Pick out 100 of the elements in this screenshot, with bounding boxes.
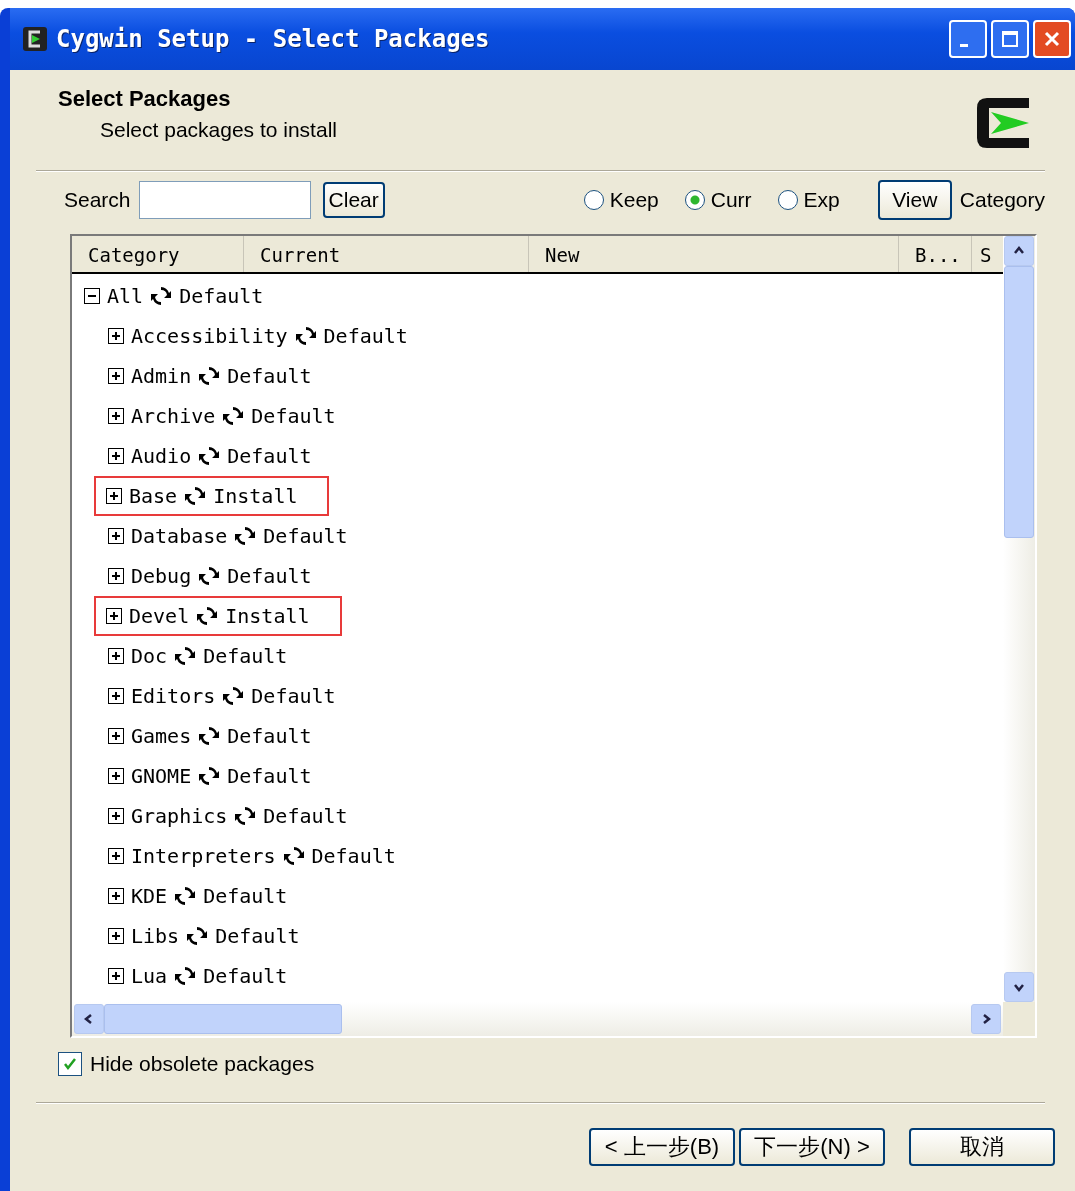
install-action[interactable]: Install bbox=[225, 604, 310, 628]
expand-icon[interactable] bbox=[108, 448, 124, 464]
horizontal-scrollbar[interactable] bbox=[72, 1002, 1003, 1036]
tree-row[interactable]: Accessibility Default bbox=[106, 316, 440, 356]
expand-icon[interactable] bbox=[106, 608, 122, 624]
install-action[interactable]: Default bbox=[203, 644, 288, 668]
radio-button[interactable] bbox=[684, 190, 705, 210]
column-header[interactable]: Category bbox=[72, 236, 244, 272]
tree-row[interactable]: Games Default bbox=[106, 716, 344, 756]
close-button[interactable] bbox=[1033, 20, 1071, 58]
expand-icon[interactable] bbox=[108, 888, 124, 904]
install-action[interactable]: Install bbox=[213, 484, 298, 508]
category-name: Base bbox=[129, 484, 178, 508]
cycle-icon bbox=[198, 445, 221, 467]
scroll-down-button[interactable] bbox=[1004, 972, 1034, 1002]
tree-row[interactable]: Admin Default bbox=[106, 356, 344, 396]
page-subtitle: Select packages to install bbox=[100, 118, 337, 142]
expand-icon[interactable] bbox=[108, 688, 124, 704]
tree-row[interactable]: Libs Default bbox=[106, 916, 332, 956]
install-action[interactable]: Default bbox=[263, 524, 348, 548]
column-header[interactable]: B... bbox=[899, 236, 972, 272]
cancel-button[interactable]: 取消 bbox=[909, 1128, 1055, 1166]
minimize-button[interactable] bbox=[949, 20, 987, 58]
column-header[interactable]: S bbox=[972, 236, 1002, 272]
checkbox-label: Hide obsolete packages bbox=[90, 1052, 315, 1076]
radio-label: Curr bbox=[710, 188, 752, 212]
cycle-icon bbox=[198, 725, 221, 747]
vertical-scrollbar[interactable] bbox=[1003, 236, 1035, 1002]
install-action[interactable]: Default bbox=[251, 684, 336, 708]
column-header[interactable]: New bbox=[529, 236, 899, 272]
next-button[interactable]: 下一步(N) > bbox=[739, 1128, 885, 1166]
tree-row[interactable]: Editors Default bbox=[106, 676, 368, 716]
expand-icon[interactable] bbox=[108, 528, 124, 544]
maximize-icon bbox=[1001, 30, 1019, 48]
install-action[interactable]: Default bbox=[227, 364, 312, 388]
install-action[interactable]: Default bbox=[311, 844, 396, 868]
scroll-thumb[interactable] bbox=[104, 1004, 342, 1034]
column-header[interactable]: Current bbox=[244, 236, 529, 272]
expand-icon[interactable] bbox=[108, 328, 124, 344]
tree-row[interactable]: Lua Default bbox=[106, 956, 320, 996]
tree-row[interactable]: Devel Install bbox=[94, 596, 342, 636]
install-action[interactable]: Default bbox=[263, 804, 348, 828]
page-title: Select Packages bbox=[58, 86, 232, 112]
clear-button[interactable]: Clear bbox=[322, 182, 385, 218]
collapse-icon[interactable] bbox=[84, 288, 100, 304]
tree-row[interactable]: Doc Default bbox=[106, 636, 320, 676]
install-action[interactable]: Default bbox=[323, 324, 408, 348]
maximize-button[interactable] bbox=[991, 20, 1029, 58]
expand-icon[interactable] bbox=[108, 568, 124, 584]
radio-button[interactable] bbox=[777, 190, 798, 210]
tree-row[interactable]: Database Default bbox=[106, 516, 380, 556]
close-icon bbox=[1043, 30, 1061, 48]
category-name: Audio bbox=[131, 444, 192, 468]
expand-icon[interactable] bbox=[108, 808, 124, 824]
checkbox[interactable] bbox=[58, 1052, 82, 1076]
scroll-thumb[interactable] bbox=[1004, 266, 1034, 538]
expand-icon[interactable] bbox=[108, 728, 124, 744]
install-action[interactable]: Default bbox=[179, 284, 264, 308]
category-name: Database bbox=[131, 524, 228, 548]
tree-row[interactable]: Audio Default bbox=[106, 436, 344, 476]
expand-icon[interactable] bbox=[106, 488, 122, 504]
search-field[interactable] bbox=[138, 181, 311, 219]
install-action[interactable]: Default bbox=[227, 564, 312, 588]
back-button[interactable]: < 上一步(B) bbox=[589, 1128, 735, 1166]
install-action[interactable]: Default bbox=[215, 924, 300, 948]
cycle-icon bbox=[174, 645, 197, 667]
category-name: Libs bbox=[131, 924, 180, 948]
scroll-left-button[interactable] bbox=[74, 1004, 104, 1034]
tree-row[interactable]: Archive Default bbox=[106, 396, 368, 436]
tree-row[interactable]: All Default bbox=[82, 276, 296, 316]
expand-icon[interactable] bbox=[108, 368, 124, 384]
install-action[interactable]: Default bbox=[227, 444, 312, 468]
cycle-icon bbox=[184, 485, 207, 507]
install-action[interactable]: Default bbox=[203, 964, 288, 988]
tree-row[interactable]: Interpreters Default bbox=[106, 836, 428, 876]
scrollbar-corner bbox=[1003, 1002, 1035, 1036]
expand-icon[interactable] bbox=[108, 768, 124, 784]
install-action[interactable]: Default bbox=[203, 884, 288, 908]
scroll-up-button[interactable] bbox=[1004, 236, 1034, 266]
tree-row[interactable]: Debug Default bbox=[106, 556, 344, 596]
tree-row[interactable]: KDE Default bbox=[106, 876, 320, 916]
view-button[interactable]: View bbox=[877, 180, 952, 220]
radio-button[interactable] bbox=[583, 190, 604, 210]
expand-icon[interactable] bbox=[108, 968, 124, 984]
cycle-icon bbox=[198, 565, 221, 587]
category-name: All bbox=[107, 284, 144, 308]
install-action[interactable]: Default bbox=[227, 764, 312, 788]
expand-icon[interactable] bbox=[108, 928, 124, 944]
scroll-right-button[interactable] bbox=[971, 1004, 1001, 1034]
category-name: KDE bbox=[131, 884, 168, 908]
install-action[interactable]: Default bbox=[251, 404, 336, 428]
expand-icon[interactable] bbox=[108, 848, 124, 864]
cycle-icon bbox=[198, 365, 221, 387]
expand-icon[interactable] bbox=[108, 648, 124, 664]
install-action[interactable]: Default bbox=[227, 724, 312, 748]
tree-row[interactable]: Graphics Default bbox=[106, 796, 380, 836]
expand-icon[interactable] bbox=[108, 408, 124, 424]
tree-row[interactable]: GNOME Default bbox=[106, 756, 344, 796]
category-name: Lua bbox=[131, 964, 168, 988]
tree-row[interactable]: Base Install bbox=[94, 476, 330, 516]
